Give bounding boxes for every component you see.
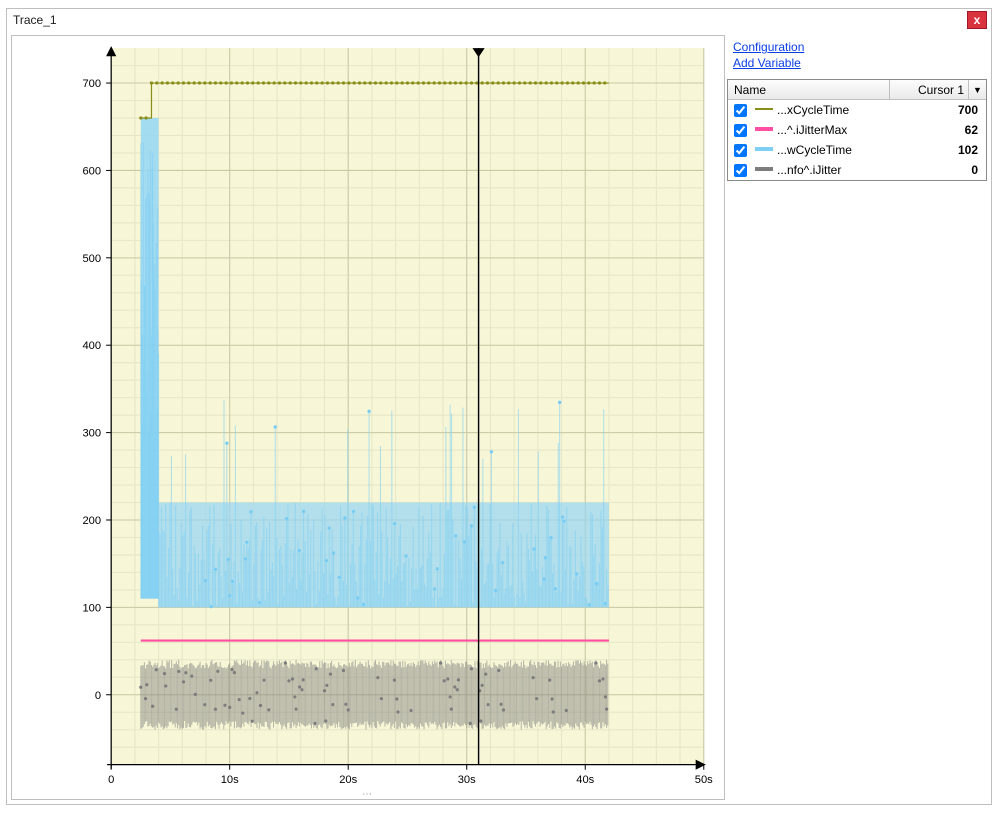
svg-text:40s: 40s <box>576 774 594 786</box>
variable-name: ...^.iJitterMax <box>777 123 908 137</box>
variable-name: ...nfo^.iJitter <box>777 163 908 177</box>
svg-text:20s: 20s <box>339 774 357 786</box>
svg-text:100: 100 <box>82 602 101 614</box>
variable-cursor-value: 102 <box>908 143 982 157</box>
svg-text:50s: 50s <box>695 774 713 786</box>
svg-text:200: 200 <box>82 515 101 527</box>
svg-text:700: 700 <box>82 78 101 90</box>
trace-window: Trace_1 x 0 100 200 300 400 500 600 700 0 10s 20s 3… <box>6 8 992 805</box>
close-icon: x <box>974 14 981 26</box>
svg-text:600: 600 <box>82 165 101 177</box>
variable-name: ...wCycleTime <box>777 143 908 157</box>
links: Configuration Add Variable <box>727 35 987 75</box>
content: 0 100 200 300 400 500 600 700 0 10s 20s 30s 40s 50s ⋯… <box>9 33 989 802</box>
variable-row[interactable]: ...xCycleTime700 <box>728 100 986 120</box>
variable-cursor-value: 700 <box>908 103 982 117</box>
header-name[interactable]: Name <box>728 80 890 99</box>
add-variable-link[interactable]: Add Variable <box>733 55 981 71</box>
chevron-down-icon: ▼ <box>973 85 982 95</box>
plot-svg[interactable]: 0 100 200 300 400 500 600 700 0 10s 20s 30s 40s 50s <box>30 40 720 793</box>
configuration-link[interactable]: Configuration <box>733 39 981 55</box>
side-pane: Configuration Add Variable Name Cursor 1… <box>727 35 987 800</box>
variable-name: ...xCycleTime <box>777 103 908 117</box>
svg-text:10s: 10s <box>221 774 239 786</box>
variable-cursor-value: 62 <box>908 123 982 137</box>
variable-row[interactable]: ...wCycleTime102 <box>728 140 986 160</box>
variable-checkbox[interactable] <box>734 124 747 137</box>
legend-swatch <box>755 127 773 131</box>
variable-cursor-value: 0 <box>908 163 982 177</box>
svg-text:300: 300 <box>82 428 101 440</box>
svg-text:30s: 30s <box>458 774 476 786</box>
plot-pane[interactable]: 0 100 200 300 400 500 600 700 0 10s 20s 30s 40s 50s ⋯ <box>11 35 725 800</box>
legend-swatch <box>755 147 773 151</box>
svg-text:0: 0 <box>108 774 114 786</box>
svg-text:500: 500 <box>82 253 101 265</box>
variable-checkbox[interactable] <box>734 144 747 157</box>
variable-checkbox[interactable] <box>734 164 747 177</box>
header-cursor[interactable]: Cursor 1 <box>890 80 968 99</box>
column-dropdown-button[interactable]: ▼ <box>968 80 986 99</box>
variable-table: Name Cursor 1 ▼ ...xCycleTime700...^.iJi… <box>727 79 987 181</box>
variable-table-header: Name Cursor 1 ▼ <box>728 80 986 100</box>
titlebar: Trace_1 x <box>7 9 991 31</box>
svg-text:0: 0 <box>95 690 101 702</box>
variable-row[interactable]: ...nfo^.iJitter0 <box>728 160 986 180</box>
close-button[interactable]: x <box>967 11 987 29</box>
horizontal-scroll-hint[interactable]: ⋯ <box>72 792 664 797</box>
window-title: Trace_1 <box>13 13 57 27</box>
svg-text:400: 400 <box>82 340 101 352</box>
variable-row[interactable]: ...^.iJitterMax62 <box>728 120 986 140</box>
legend-swatch <box>755 108 773 110</box>
legend-swatch <box>755 167 773 171</box>
variable-checkbox[interactable] <box>734 104 747 117</box>
